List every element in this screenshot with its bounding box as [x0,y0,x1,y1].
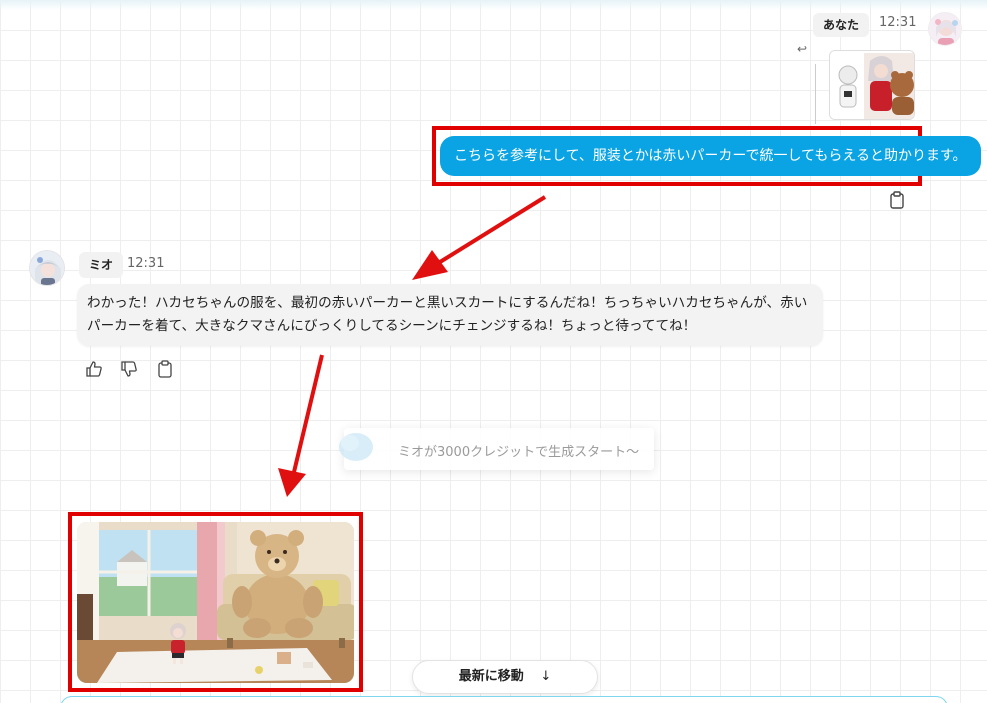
assistant-message-bubble: わかった！ハカセちゃんの服を、最初の赤いパーカーと黒いスカートにするんだね！ちっ… [77,284,823,346]
annotation-arrow-to-image [278,354,324,497]
arrow-down-icon: ↓ [540,669,552,684]
generation-status-toast: ミオが3000クレジットで生成スタート〜 [339,428,654,470]
generated-image-scene [77,522,354,683]
jump-to-latest-label: 最新に移動 [458,669,524,684]
generated-image[interactable] [77,522,354,683]
generation-status-text: ミオが3000クレジットで生成スタート〜 [398,445,640,460]
assistant-avatar[interactable] [29,250,65,286]
assistant-message-time: 12:31 [127,256,165,271]
annotation-arrow-to-reply [412,195,547,280]
jump-to-latest-button[interactable]: 最新に移動 ↓ [412,660,598,694]
thumbs-up-icon[interactable] [85,360,103,378]
cloud-icon [339,433,373,461]
clipboard-icon[interactable] [156,360,174,378]
message-input-box[interactable] [60,696,948,703]
assistant-name-label: ミオ [79,252,124,278]
thumbs-down-icon[interactable] [120,360,138,378]
